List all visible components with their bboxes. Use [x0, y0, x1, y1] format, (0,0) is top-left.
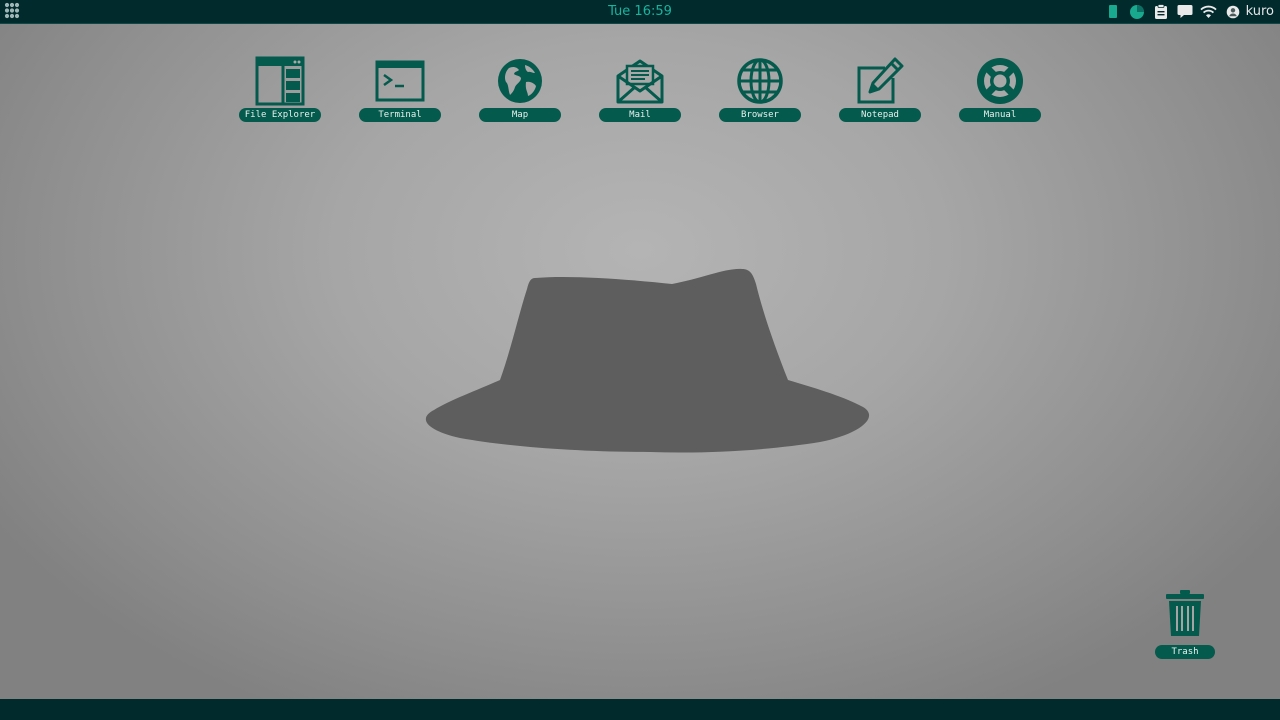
- pie-status-icon[interactable]: [1128, 3, 1146, 20]
- desktop-icon-label: Manual: [959, 108, 1041, 122]
- battery-icon[interactable]: [1104, 3, 1122, 20]
- mail-icon: [615, 56, 665, 106]
- app-grid-icon[interactable]: [4, 2, 24, 21]
- terminal-icon: [375, 56, 425, 106]
- user-icon[interactable]: [1224, 3, 1242, 20]
- desktop-icon-label: Terminal: [359, 108, 441, 122]
- desktop-icon-terminal[interactable]: Terminal: [359, 56, 441, 124]
- clock[interactable]: Tue 16:59: [0, 4, 1280, 19]
- fedora-hat-wallpaper: [420, 262, 872, 458]
- notepad-icon: [855, 56, 905, 106]
- desktop-icon-label: Notepad: [839, 108, 921, 122]
- browser-globe-icon: [735, 56, 785, 106]
- desktop-icon-notepad[interactable]: Notepad: [839, 56, 921, 124]
- top-bar: Tue 16:59 kuro: [0, 0, 1280, 24]
- lifebuoy-icon: [975, 56, 1025, 106]
- desktop-icon-label: Browser: [719, 108, 801, 122]
- system-tray: kuro: [1104, 3, 1274, 20]
- desktop-icon-map[interactable]: Map: [479, 56, 561, 124]
- globe-map-icon: [495, 56, 545, 106]
- desktop-icon-label: Map: [479, 108, 561, 122]
- desktop-icons: File Explorer Terminal Map Mail Browser …: [0, 56, 1280, 126]
- bottom-panel[interactable]: [0, 699, 1280, 720]
- desktop-icon-trash[interactable]: Trash: [1155, 588, 1215, 660]
- user-name[interactable]: kuro: [1246, 4, 1274, 19]
- desktop-icon-mail[interactable]: Mail: [599, 56, 681, 124]
- desktop-icon-file-explorer[interactable]: File Explorer: [239, 56, 321, 124]
- file-explorer-icon: [255, 56, 305, 106]
- desktop-icon-browser[interactable]: Browser: [719, 56, 801, 124]
- desktop-icon-label: Mail: [599, 108, 681, 122]
- desktop-icon-label: File Explorer: [239, 108, 321, 122]
- clipboard-icon[interactable]: [1152, 3, 1170, 20]
- chat-icon[interactable]: [1176, 3, 1194, 20]
- desktop-icon-manual[interactable]: Manual: [959, 56, 1041, 124]
- desktop-icon-label: Trash: [1155, 645, 1215, 659]
- trash-icon: [1163, 588, 1207, 640]
- wifi-icon[interactable]: [1200, 3, 1218, 20]
